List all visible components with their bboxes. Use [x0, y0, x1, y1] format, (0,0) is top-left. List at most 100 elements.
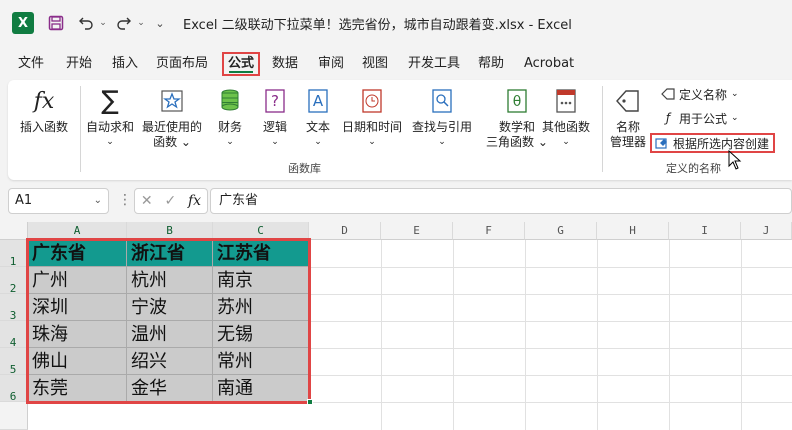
cell-b3[interactable]: 宁波 — [127, 294, 213, 321]
more-functions-button[interactable]: 其他函数 ⌄ — [542, 86, 590, 150]
recently-used-button[interactable]: 最近使用的 函数 ⌄ — [142, 86, 202, 150]
cell-c5[interactable]: 常州 — [213, 348, 309, 375]
math-trig-button[interactable]: θ 数学和 三角函数 ⌄ — [486, 86, 548, 150]
svg-text:?: ? — [271, 92, 279, 110]
cell-b4[interactable]: 温州 — [127, 321, 213, 348]
cell-a2[interactable]: 广州 — [28, 267, 127, 294]
column-header-h[interactable]: H — [597, 222, 669, 240]
column-header-f[interactable]: F — [453, 222, 525, 240]
question-book-icon: ? — [261, 86, 289, 116]
redo-icon[interactable] — [114, 12, 134, 34]
ribbon-separator — [80, 86, 81, 172]
tab-home[interactable]: 开始 — [62, 52, 96, 76]
column-header-d[interactable]: D — [309, 222, 381, 240]
tab-file[interactable]: 文件 — [14, 52, 48, 76]
cell-c1[interactable]: 江苏省 — [213, 240, 309, 267]
defined-names-group-label: 定义的名称 — [666, 162, 721, 175]
create-from-selection-button[interactable]: 根据所选内容创建 — [650, 133, 776, 153]
customize-toolbar-icon[interactable]: ⌄ — [152, 12, 168, 34]
function-library-group-label: 函数库 — [288, 162, 321, 175]
cell-c4[interactable]: 无锡 — [213, 321, 309, 348]
excel-logo-icon: X — [12, 12, 34, 34]
chevron-down-icon: ⌄ — [731, 113, 739, 123]
more-dots-icon — [552, 86, 580, 116]
column-header-b[interactable]: B — [127, 222, 213, 240]
column-header-e[interactable]: E — [381, 222, 453, 240]
insert-function-button[interactable]: fx 插入函数 — [20, 86, 68, 135]
logical-button[interactable]: ? 逻辑 ⌄ — [261, 86, 289, 150]
column-header-c[interactable]: C — [213, 222, 309, 240]
create-names-icon — [654, 135, 670, 151]
name-manager-button[interactable]: 名称 管理器 — [610, 86, 646, 150]
clock-icon — [358, 86, 386, 116]
row-header-1[interactable]: 1 — [0, 240, 28, 268]
column-header-j[interactable]: J — [741, 222, 792, 240]
use-in-formula-button[interactable]: ƒ 用于公式 ⌄ — [660, 108, 739, 128]
tag-icon — [614, 86, 642, 116]
tab-help[interactable]: 帮助 — [474, 52, 508, 76]
redo-dropdown-icon[interactable]: ⌄ — [136, 12, 146, 34]
row-header-5[interactable]: 5 — [0, 348, 28, 376]
define-name-button[interactable]: 定义名称 ⌄ — [660, 84, 739, 104]
fill-handle[interactable] — [307, 399, 313, 405]
cancel-icon[interactable]: ✕ — [141, 193, 153, 209]
cell-a1[interactable]: 广东省 — [28, 240, 127, 267]
row-header-6[interactable]: 6 — [0, 375, 28, 403]
cell-a3[interactable]: 深圳 — [28, 294, 127, 321]
select-all-corner[interactable] — [0, 222, 28, 240]
formula-input[interactable]: 广东省 — [210, 188, 792, 214]
autosum-button[interactable]: ∑ 自动求和 ⌄ — [86, 86, 134, 150]
financial-button[interactable]: 财务 ⌄ — [216, 86, 244, 150]
cell-a6[interactable]: 东莞 — [28, 375, 127, 402]
formula-bar-grip-icon[interactable]: ⋮ — [118, 192, 132, 208]
ribbon-separator — [602, 86, 603, 172]
tab-view[interactable]: 视图 — [358, 52, 392, 76]
tab-acrobat[interactable]: Acrobat — [520, 52, 578, 76]
tab-page-layout[interactable]: 页面布局 — [152, 52, 212, 76]
row-header-2[interactable]: 2 — [0, 267, 28, 295]
cell-b6[interactable]: 金华 — [127, 375, 213, 402]
cell-b2[interactable]: 杭州 — [127, 267, 213, 294]
tab-insert[interactable]: 插入 — [108, 52, 142, 76]
tag-small-icon — [660, 86, 676, 102]
insert-function-icon[interactable]: fx — [188, 193, 201, 209]
row-header-7[interactable] — [0, 402, 28, 430]
lookup-reference-button[interactable]: 查找与引用 ⌄ — [412, 86, 472, 150]
save-icon[interactable] — [46, 12, 66, 34]
tab-review[interactable]: 审阅 — [314, 52, 348, 76]
formula-icon: ƒ — [665, 111, 671, 125]
row-header-3[interactable]: 3 — [0, 294, 28, 322]
cell-b5[interactable]: 绍兴 — [127, 348, 213, 375]
cell-b1[interactable]: 浙江省 — [127, 240, 213, 267]
cell-c6[interactable]: 南通 — [213, 375, 309, 402]
column-header-a[interactable]: A — [28, 222, 127, 240]
tab-formulas[interactable]: 公式 — [222, 52, 261, 76]
text-a-icon: A — [304, 86, 332, 116]
row-header-4[interactable]: 4 — [0, 321, 28, 349]
undo-icon[interactable] — [76, 12, 96, 34]
worksheet-grid[interactable]: A B C D E F G H I J 1 2 3 4 5 6 广东省 浙江省 … — [0, 222, 792, 430]
name-box[interactable]: A1 ⌄ — [8, 188, 109, 214]
tab-developer[interactable]: 开发工具 — [404, 52, 464, 76]
cell-a5[interactable]: 佛山 — [28, 348, 127, 375]
enter-icon[interactable]: ✓ — [164, 193, 176, 209]
coins-icon — [216, 86, 244, 116]
datetime-button[interactable]: 日期和时间 ⌄ — [342, 86, 402, 150]
tab-data[interactable]: 数据 — [268, 52, 302, 76]
window-title: Excel 二级联动下拉菜单！选完省份，城市自动跟着变.xlsx - Excel — [183, 18, 572, 33]
formula-bar: A1 ⌄ ⋮ ✕ ✓ fx 广东省 — [8, 188, 792, 214]
column-header-i[interactable]: I — [669, 222, 741, 240]
ribbon-tabs: 文件 开始 插入 页面布局 公式 数据 审阅 视图 开发工具 帮助 Acroba… — [0, 50, 792, 76]
text-functions-button[interactable]: A 文本 ⌄ — [304, 86, 332, 150]
cell-c2[interactable]: 南京 — [213, 267, 309, 294]
column-header-g[interactable]: G — [525, 222, 597, 240]
svg-text:θ: θ — [513, 94, 522, 110]
svg-text:A: A — [313, 92, 324, 110]
star-icon — [158, 86, 186, 116]
undo-dropdown-icon[interactable]: ⌄ — [98, 12, 108, 34]
cell-a4[interactable]: 珠海 — [28, 321, 127, 348]
formula-controls: ✕ ✓ fx — [134, 188, 208, 214]
chevron-down-icon: ⌄ — [731, 89, 739, 99]
chevron-down-icon: ⌄ — [93, 195, 102, 206]
cell-c3[interactable]: 苏州 — [213, 294, 309, 321]
